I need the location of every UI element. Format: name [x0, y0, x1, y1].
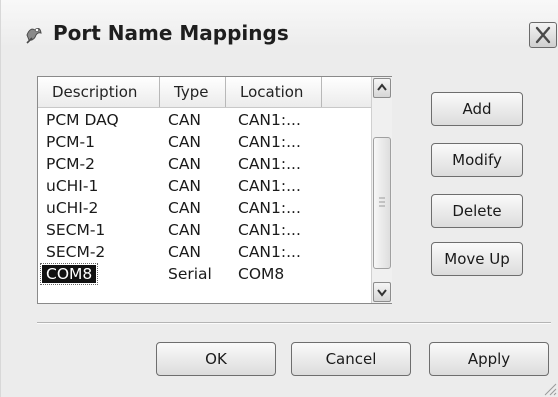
- cell-description: PCM-1: [46, 133, 95, 151]
- cell-description: uCHI-2: [46, 199, 99, 217]
- modify-button[interactable]: Modify: [431, 143, 523, 177]
- chevron-up-icon: [377, 83, 387, 91]
- cell-type: CAN: [168, 199, 202, 217]
- list-row[interactable]: uCHI-2 CAN CAN1:...: [38, 197, 371, 219]
- column-header-description[interactable]: Description: [38, 77, 160, 107]
- selected-description: COM8: [39, 263, 99, 285]
- list-row[interactable]: SECM-2 CAN CAN1:...: [38, 241, 371, 263]
- port-name-mappings-dialog: Port Name Mappings Description Type Loca…: [0, 0, 558, 397]
- cell-type: Serial: [168, 265, 212, 283]
- cell-location: COM8: [238, 265, 285, 283]
- window-title: Port Name Mappings: [53, 21, 289, 45]
- cell-location: CAN1:...: [238, 133, 301, 151]
- scroll-down-button[interactable]: [373, 282, 391, 302]
- cell-location: CAN1:...: [238, 243, 301, 261]
- close-icon: [535, 26, 551, 44]
- cell-description: uCHI-1: [46, 177, 99, 195]
- ok-button[interactable]: OK: [156, 342, 276, 376]
- cell-type: CAN: [168, 177, 202, 195]
- cell-description: SECM-1: [46, 221, 106, 239]
- list-row[interactable]: PCM-1 CAN CAN1:...: [38, 131, 371, 153]
- list-row-selected[interactable]: COM8 Serial COM8: [38, 263, 371, 285]
- add-button[interactable]: Add: [431, 92, 523, 126]
- port-mappings-list[interactable]: Description Type Location PCM DAQ CAN CA…: [37, 76, 392, 304]
- cell-description: PCM-2: [46, 155, 95, 173]
- cell-description: COM8: [39, 263, 99, 285]
- cell-type: CAN: [168, 243, 202, 261]
- app-icon: [26, 28, 42, 44]
- cell-location: CAN1:...: [238, 221, 301, 239]
- list-row[interactable]: PCM DAQ CAN CAN1:...: [38, 109, 371, 131]
- grip-lines-icon: [379, 197, 385, 207]
- cell-location: CAN1:...: [238, 177, 301, 195]
- cancel-button[interactable]: Cancel: [291, 342, 411, 376]
- cell-location: CAN1:...: [238, 199, 301, 217]
- separator: [37, 322, 551, 324]
- delete-button[interactable]: Delete: [431, 194, 523, 228]
- scrollbar-thumb[interactable]: [373, 137, 391, 269]
- resize-grip-icon[interactable]: [541, 380, 557, 396]
- chevron-down-icon: [377, 289, 387, 297]
- scroll-up-button[interactable]: [373, 78, 391, 98]
- cell-type: CAN: [168, 133, 202, 151]
- cell-location: CAN1:...: [238, 155, 301, 173]
- cell-description: PCM DAQ: [46, 111, 119, 129]
- list-row[interactable]: SECM-1 CAN CAN1:...: [38, 219, 371, 241]
- cell-description: SECM-2: [46, 243, 106, 261]
- list-row[interactable]: PCM-2 CAN CAN1:...: [38, 153, 371, 175]
- title-bar[interactable]: Port Name Mappings: [1, 0, 558, 48]
- cell-location: CAN1:...: [238, 111, 301, 129]
- close-button[interactable]: [529, 22, 557, 48]
- vertical-scrollbar[interactable]: [371, 77, 392, 303]
- column-header-type[interactable]: Type: [160, 77, 226, 107]
- cell-type: CAN: [168, 155, 202, 173]
- list-row[interactable]: uCHI-1 CAN CAN1:...: [38, 175, 371, 197]
- list-header: Description Type Location: [38, 77, 371, 108]
- move-up-button[interactable]: Move Up: [431, 242, 523, 276]
- apply-button[interactable]: Apply: [429, 342, 549, 376]
- cell-type: CAN: [168, 111, 202, 129]
- cell-type: CAN: [168, 221, 202, 239]
- column-header-location[interactable]: Location: [226, 77, 322, 107]
